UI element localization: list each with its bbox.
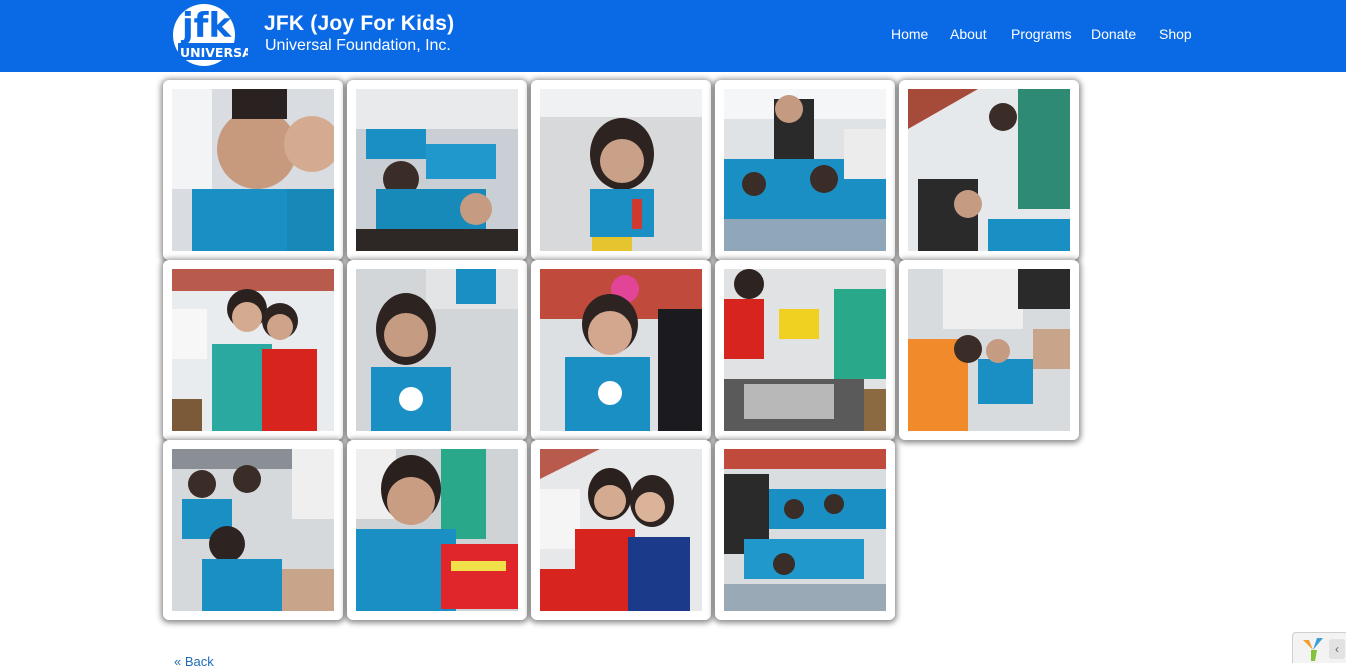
photo-girl-closeup	[356, 269, 518, 431]
gallery-tile[interactable]	[347, 80, 527, 260]
nav-shop[interactable]: Shop	[1159, 26, 1192, 42]
gallery-tile[interactable]	[531, 440, 711, 620]
photo-crowd-blue-shirts	[724, 449, 886, 611]
photo-children-group	[172, 449, 334, 611]
gallery-tile[interactable]	[347, 260, 527, 440]
site-header: jfk UNIVERSAL JFK (Joy For Kids) Univers…	[0, 0, 1346, 72]
gallery-tile[interactable]	[899, 260, 1079, 440]
svg-text:jfk: jfk	[180, 6, 232, 46]
gallery-tile[interactable]	[531, 260, 711, 440]
debug-toolbar[interactable]: ‹	[1292, 632, 1346, 663]
brand-title: JFK (Joy For Kids)	[264, 12, 455, 35]
gallery-tile[interactable]	[715, 80, 895, 260]
photo-group-with-shirts	[724, 269, 886, 431]
photo-kids-on-floor	[356, 89, 518, 251]
gallery-tile[interactable]	[715, 440, 895, 620]
photo-gallery	[161, 79, 1081, 624]
gallery-tile[interactable]	[899, 80, 1079, 260]
photo-toddler-with-bow	[540, 269, 702, 431]
photo-kids-and-adult	[908, 269, 1070, 431]
gallery-tile[interactable]	[163, 440, 343, 620]
gallery-tile[interactable]	[531, 80, 711, 260]
photo-two-women	[172, 269, 334, 431]
gallery-tile[interactable]	[715, 260, 895, 440]
nav-about[interactable]: About	[950, 26, 987, 42]
jfk-logo[interactable]: jfk UNIVERSAL	[164, 3, 260, 67]
nav-home[interactable]: Home	[891, 26, 928, 42]
nav-programs[interactable]: Programs	[1011, 26, 1072, 42]
yii-logo-icon[interactable]	[1301, 636, 1327, 662]
nav-donate[interactable]: Donate	[1091, 26, 1136, 42]
svg-text:UNIVERSAL: UNIVERSAL	[180, 45, 248, 60]
photo-two-women-red-blue	[540, 449, 702, 611]
back-link[interactable]: « Back	[174, 654, 214, 669]
photo-two-boys	[172, 89, 334, 251]
gallery-tile[interactable]	[347, 440, 527, 620]
chevron-left-icon[interactable]: ‹	[1329, 639, 1345, 659]
photo-smiling-girl	[540, 89, 702, 251]
photo-boy-with-card	[356, 449, 518, 611]
photo-kids-under-roof	[908, 89, 1070, 251]
brand-subtitle: Universal Foundation, Inc.	[265, 37, 451, 54]
photo-crowd-of-kids	[724, 89, 886, 251]
gallery-tile[interactable]	[163, 80, 343, 260]
gallery-tile[interactable]	[163, 260, 343, 440]
